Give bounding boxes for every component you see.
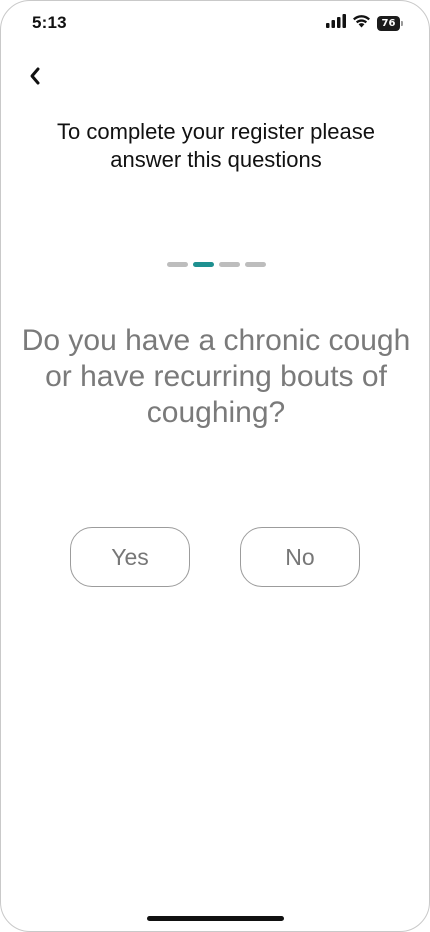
progress-step-1 bbox=[166, 262, 188, 267]
no-button[interactable]: No bbox=[240, 527, 360, 587]
status-time: 5:13 bbox=[32, 13, 67, 32]
progress-indicator bbox=[1, 262, 429, 267]
back-button[interactable] bbox=[23, 65, 47, 91]
page-heading: To complete your register please answer … bbox=[57, 119, 375, 172]
cellular-signal-icon bbox=[326, 14, 346, 33]
battery-level: 76 bbox=[377, 16, 400, 31]
status-icons: 76 bbox=[326, 14, 403, 33]
wifi-icon bbox=[352, 14, 371, 33]
question-text: Do you have a chronic cough or have recu… bbox=[21, 324, 411, 429]
progress-step-3 bbox=[218, 262, 240, 267]
battery-icon: 76 bbox=[377, 16, 403, 31]
progress-step-4 bbox=[244, 262, 266, 267]
chevron-left-icon bbox=[28, 66, 42, 91]
yes-button[interactable]: Yes bbox=[70, 527, 190, 587]
status-bar: 5:13 76 bbox=[1, 1, 429, 45]
progress-step-2-active bbox=[192, 262, 214, 267]
phone-screen: 5:13 76 To complete your register please… bbox=[0, 0, 430, 932]
home-indicator[interactable] bbox=[147, 916, 284, 921]
